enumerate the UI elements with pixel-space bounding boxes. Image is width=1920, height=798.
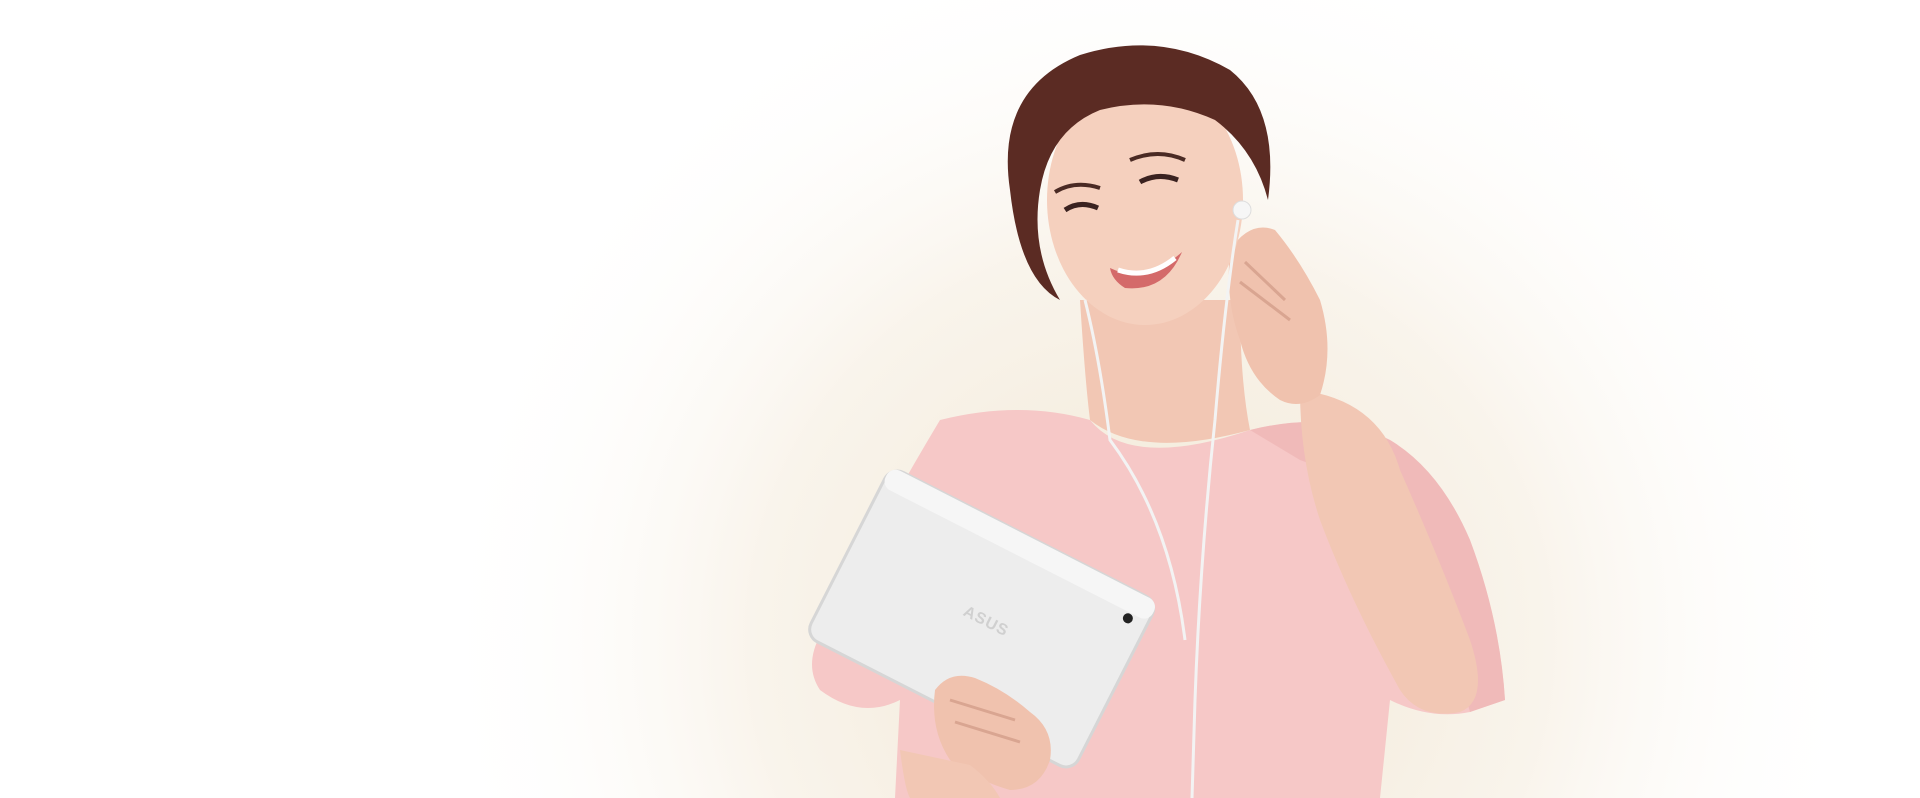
hero-banner: ASUS <box>0 0 1920 798</box>
raised-hand <box>1228 227 1328 404</box>
woman-with-tablet-photo: ASUS <box>808 45 1505 798</box>
earphone-bud <box>1232 200 1252 220</box>
